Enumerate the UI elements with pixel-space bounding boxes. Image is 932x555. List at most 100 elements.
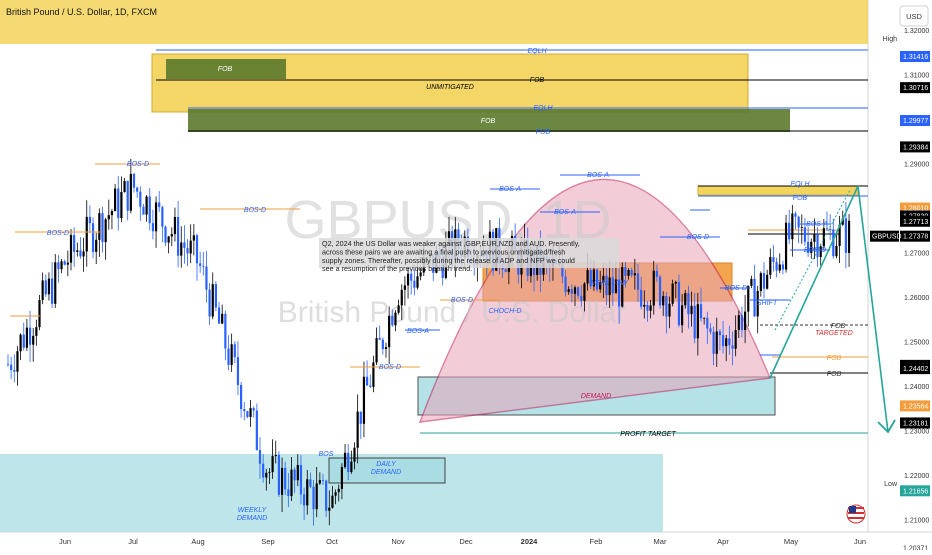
symbol-tag-label: GBPUSD — [872, 234, 902, 241]
analysis-note: Q2, 2024 the US Dollar was weaker agains… — [319, 238, 619, 273]
candle-body — [328, 507, 331, 511]
candle-body — [19, 334, 22, 352]
us-flag-icon — [846, 504, 866, 524]
candle-body — [384, 347, 388, 349]
candle-body — [195, 235, 199, 264]
price-tag: 1.29977 — [900, 115, 930, 127]
candle-body — [145, 196, 148, 215]
candle-body — [262, 463, 265, 478]
candle-body — [22, 334, 25, 348]
price-tag: 1.23181 — [900, 417, 930, 429]
candle-body — [636, 273, 640, 290]
candle-body — [671, 283, 674, 304]
candle-body — [6, 364, 10, 366]
candle-body — [800, 227, 803, 229]
candle-body — [325, 480, 328, 511]
label-eqlh-mid: EQLH — [533, 105, 553, 112]
candle-body — [51, 278, 54, 304]
candle-body — [114, 188, 117, 212]
candle-body — [781, 264, 784, 270]
candle-body — [334, 492, 337, 496]
price-tag-label: 1.24402 — [903, 366, 928, 373]
candle-body — [350, 461, 353, 473]
label-profit-target: PROFIT TARGET — [620, 431, 676, 438]
label-eqlh-top: EQLH — [527, 48, 547, 55]
candle-body — [573, 287, 577, 294]
y-tick-label: 1.21000 — [904, 518, 929, 525]
candle-body — [662, 296, 665, 306]
x-axis-ticks: Jun Jul Aug Sep Oct Nov Dec 2024 Feb Mar Apr May Jun — [59, 537, 866, 546]
currency-label: USD — [906, 12, 922, 21]
chart-canvas[interactable]: GBPUSD, 1D British Pound / U.S. Dollar Q… — [0, 0, 932, 552]
candle-body — [725, 338, 728, 347]
candle-body — [296, 465, 299, 481]
candle-body — [54, 262, 57, 304]
label-demand: DEMAND — [581, 393, 611, 400]
price-tag-label: 1.23181 — [903, 420, 928, 427]
label-bos-d-6: BOS-D — [687, 234, 709, 241]
candle-body — [211, 284, 214, 317]
candle-body — [413, 280, 416, 288]
candle-body — [183, 242, 186, 248]
candle-body — [139, 191, 142, 207]
candle-body — [265, 472, 268, 478]
candle-body — [564, 276, 567, 293]
candle-body — [627, 269, 630, 276]
candle-body — [737, 315, 740, 331]
x-tick-label: Mar — [654, 537, 667, 546]
candle-body — [731, 345, 734, 349]
y-tick-label: 1.25000 — [904, 340, 929, 347]
candle-body — [674, 282, 677, 284]
candle-body — [299, 465, 303, 495]
label-bos-d-5: BOS-D — [451, 297, 473, 304]
label-fob-black: FOB — [827, 371, 842, 378]
candle-body — [706, 317, 709, 329]
candle-body — [110, 211, 114, 216]
x-tick-label: Dec — [459, 537, 473, 546]
candle-body — [794, 213, 797, 217]
candle-body — [715, 331, 718, 354]
candle-body — [249, 408, 252, 418]
candle-body — [13, 369, 16, 372]
candle-body — [775, 261, 778, 271]
candle-body — [148, 196, 151, 224]
candle-body — [192, 235, 195, 241]
label-weak-low: WEAK LOW — [589, 280, 629, 287]
candle-body — [158, 202, 161, 208]
candle-body — [400, 289, 403, 306]
label-targeted: TARGETED — [815, 330, 853, 337]
candle-body — [95, 239, 98, 252]
candle-body — [120, 192, 123, 219]
candle-body — [690, 305, 693, 315]
candle-body — [416, 276, 419, 288]
candle-body — [391, 315, 394, 326]
candle-body — [199, 263, 202, 266]
label-unmitigated: UNMITIGATED — [426, 84, 474, 91]
currency-button[interactable]: USD — [899, 5, 929, 27]
candle-body — [271, 456, 274, 473]
price-tag-label: 1.29384 — [903, 144, 928, 151]
candle-body — [309, 479, 312, 487]
candle-body — [230, 344, 233, 365]
price-tag-label: 1.30716 — [903, 85, 928, 92]
label-bos-a-1: BOS-A — [407, 328, 429, 335]
candle-body — [60, 261, 63, 270]
candle-body — [136, 187, 139, 192]
candle-body — [173, 217, 177, 235]
candle-body — [63, 261, 66, 265]
x-tick-label: Feb — [590, 537, 603, 546]
candle-body — [784, 222, 788, 270]
candle-body — [293, 469, 296, 481]
candle-body — [180, 242, 183, 256]
candle-body — [164, 226, 167, 243]
candle-body — [343, 452, 347, 468]
price-tag: 1.20371 — [903, 545, 928, 552]
candle-body — [38, 300, 41, 328]
chart-root: GBPUSD, 1D British Pound / U.S. Dollar Q… — [0, 0, 932, 552]
x-tick-label: May — [784, 537, 798, 546]
candle-body — [759, 273, 762, 292]
candle-body — [772, 257, 775, 262]
candle-body — [79, 250, 82, 257]
candle-body — [16, 351, 19, 372]
label-line: DEMAND — [237, 515, 267, 522]
